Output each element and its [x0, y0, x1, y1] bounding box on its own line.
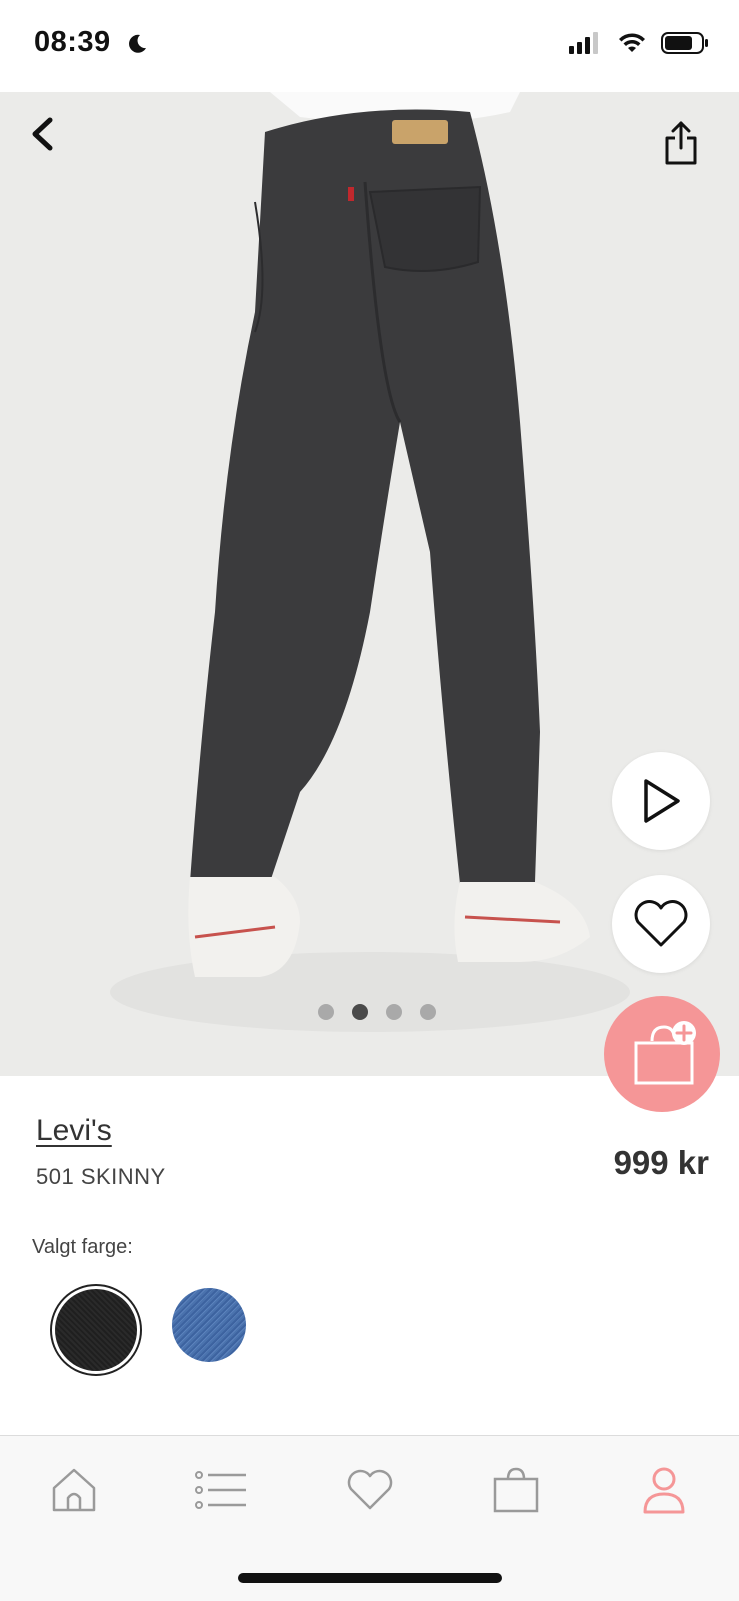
- home-indicator: [238, 1573, 502, 1583]
- signal-icon: [569, 32, 598, 54]
- bag-icon: [493, 1467, 539, 1513]
- heart-icon: [634, 900, 688, 947]
- play-icon: [644, 779, 680, 823]
- share-icon: [665, 121, 697, 165]
- status-bar: 08:39: [0, 0, 739, 92]
- product-price: 999 kr: [613, 1144, 709, 1181]
- heart-icon: [347, 1469, 393, 1510]
- favorite-button[interactable]: [612, 875, 710, 973]
- home-icon: [52, 1468, 96, 1512]
- color-swatch-blue[interactable]: [172, 1288, 246, 1362]
- moon-icon: [129, 34, 146, 53]
- pagination-dot[interactable]: [419, 1004, 436, 1020]
- share-button[interactable]: [663, 120, 699, 166]
- tab-profile[interactable]: [634, 1462, 694, 1518]
- chevron-left-icon: [32, 117, 53, 151]
- brand-link[interactable]: Levi's: [36, 1114, 112, 1148]
- person-icon: [643, 1467, 685, 1514]
- pagination-dot[interactable]: [317, 1004, 334, 1020]
- pagination-dot[interactable]: [385, 1004, 402, 1020]
- tab-home[interactable]: [44, 1462, 104, 1518]
- tab-categories[interactable]: [191, 1462, 251, 1518]
- list-icon: [195, 1471, 246, 1509]
- status-time: 08:39: [34, 26, 111, 58]
- status-icons: [569, 32, 709, 54]
- pagination-dot-active[interactable]: [351, 1004, 368, 1020]
- bag-add-icon: [634, 1021, 696, 1085]
- tab-favorites[interactable]: [340, 1462, 400, 1518]
- wifi-icon: [619, 33, 645, 52]
- color-swatch-black[interactable]: [50, 1284, 142, 1376]
- play-video-button[interactable]: [612, 752, 710, 850]
- add-to-bag-button[interactable]: [604, 996, 720, 1112]
- color-label: Valgt farge:: [32, 1236, 133, 1258]
- back-button[interactable]: [22, 112, 62, 156]
- product-name: 501 SKINNY: [36, 1164, 166, 1189]
- tab-bag[interactable]: [486, 1462, 546, 1518]
- battery-icon: [661, 32, 708, 54]
